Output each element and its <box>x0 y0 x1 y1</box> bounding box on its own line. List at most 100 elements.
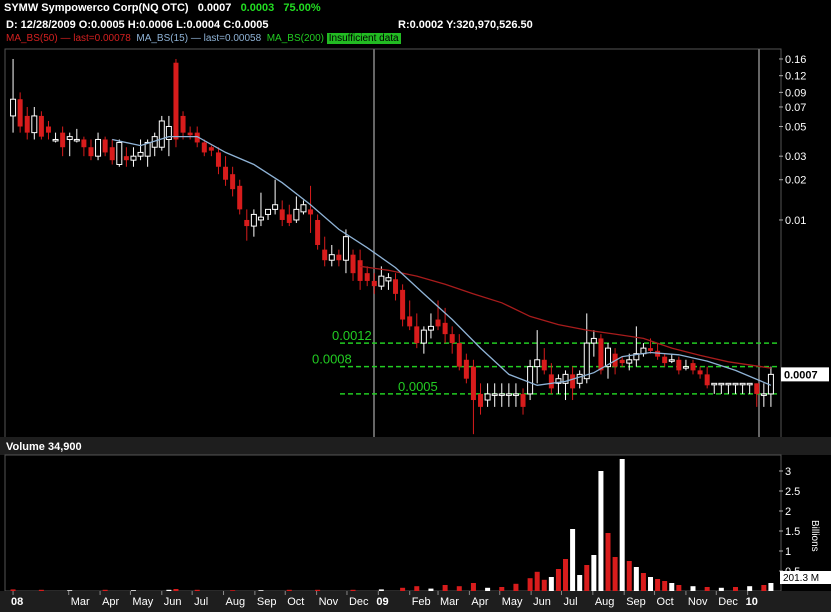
time-tick-label: Sep <box>257 596 277 608</box>
time-tick-label: Mar <box>440 596 459 608</box>
candle-body-down <box>541 359 547 371</box>
volume-bar[interactable] <box>442 585 448 591</box>
candle-body-down <box>662 356 668 364</box>
candle-body-up <box>116 141 123 165</box>
volume-bar[interactable] <box>10 589 16 591</box>
candle-body-down <box>697 370 703 375</box>
candle-body-up <box>739 382 746 386</box>
time-tick-label: Aug <box>595 596 615 608</box>
volume-bar[interactable] <box>718 587 724 591</box>
time-tick-label: 09 <box>376 596 388 608</box>
candle-body-up <box>265 208 272 215</box>
volume-bar[interactable] <box>350 589 356 591</box>
time-tick-label: 08 <box>11 596 23 608</box>
volume-bar[interactable] <box>38 589 44 591</box>
volume-bar[interactable] <box>619 459 625 591</box>
volume-bar[interactable] <box>605 533 611 591</box>
volume-bar[interactable] <box>584 565 590 591</box>
candle-body-down <box>315 219 321 245</box>
volume-bar[interactable] <box>626 561 632 591</box>
candle-body-up <box>590 337 597 344</box>
candle-body-down <box>223 166 229 180</box>
volume-bar[interactable] <box>315 589 321 591</box>
volume-bar[interactable] <box>166 589 172 591</box>
volume-bar[interactable] <box>747 586 753 591</box>
volume-bar[interactable] <box>598 471 604 591</box>
volume-bar[interactable] <box>570 529 576 591</box>
candle-body-down <box>279 209 285 220</box>
candle-body-up <box>725 382 732 386</box>
volume-bar[interactable] <box>534 571 540 591</box>
candle-body-down <box>449 334 455 344</box>
volume-bar[interactable] <box>527 578 533 591</box>
volume-bar[interactable] <box>541 579 547 591</box>
candle-body-up <box>505 393 512 396</box>
volume-bar[interactable] <box>662 581 668 591</box>
volume-bar[interactable] <box>577 575 583 591</box>
volume-bar[interactable] <box>633 567 639 591</box>
candle-body-down <box>350 254 356 274</box>
candle[interactable] <box>116 139 123 167</box>
volume-bar[interactable] <box>400 587 406 591</box>
volume-bar[interactable] <box>555 569 561 591</box>
volume-bar[interactable] <box>612 557 618 591</box>
volume-bar[interactable] <box>704 587 710 591</box>
volume-bar[interactable] <box>194 589 200 591</box>
volume-bar[interactable] <box>485 587 491 591</box>
volume-bar[interactable] <box>456 586 462 591</box>
candle-body-down <box>88 147 94 157</box>
volume-bar[interactable] <box>102 589 108 591</box>
candle-body-down <box>364 273 370 281</box>
volume-bar[interactable] <box>648 577 654 591</box>
volume-last-label: 201.3 M <box>783 573 819 584</box>
volume-bar[interactable] <box>768 583 774 591</box>
candle-body-up <box>10 98 17 117</box>
time-tick-label: Mar <box>71 596 90 608</box>
volume-bar[interactable] <box>591 555 597 591</box>
candle-body-down <box>690 363 696 371</box>
candle-body-down <box>676 359 682 371</box>
candle-body-down <box>619 359 625 364</box>
candle-body-down <box>754 383 760 394</box>
candle-body-down <box>81 139 87 148</box>
chart-canvas[interactable]: 0.00120.00080.0005 0.160.120.090.070.050… <box>0 0 831 612</box>
volume-bar[interactable] <box>548 577 554 591</box>
volume-bar[interactable] <box>690 586 696 591</box>
chart-window: SYMW Sympowerco Corp(NQ OTC) 0.0007 0.00… <box>0 0 831 612</box>
candle-body-up <box>378 275 385 287</box>
volume-bar[interactable] <box>761 585 767 591</box>
time-tick-label: Feb <box>412 596 431 608</box>
candle-body-down <box>109 147 115 161</box>
volume-bar[interactable] <box>499 587 505 591</box>
volume-bar[interactable] <box>378 589 384 591</box>
level-label: 0.0012 <box>332 328 372 343</box>
candle-body-up <box>52 138 59 142</box>
candle[interactable] <box>158 115 165 151</box>
volume-bar[interactable] <box>414 586 420 591</box>
candle-body-down <box>60 132 66 148</box>
candle-body-up <box>328 254 335 261</box>
volume-bar[interactable] <box>676 585 682 591</box>
volume-bar[interactable] <box>470 583 476 591</box>
volume-bar[interactable] <box>733 587 739 591</box>
volume-bar[interactable] <box>655 579 661 591</box>
volume-bar[interactable] <box>563 559 569 591</box>
time-tick-label: Nov <box>319 596 339 608</box>
candle-body-down <box>371 280 377 287</box>
price-panel <box>4 48 782 440</box>
time-tick-label: Apr <box>102 596 119 608</box>
volume-bar[interactable] <box>173 589 179 591</box>
volume-bar[interactable] <box>286 589 292 591</box>
candle-body-up <box>512 393 519 396</box>
candle-body-up <box>137 151 144 157</box>
volume-bar[interactable] <box>428 588 434 591</box>
volume-bar[interactable] <box>513 583 519 591</box>
candle-body-up <box>682 366 689 369</box>
volume-last-tag: 201.3 M <box>780 571 831 584</box>
volume-bar[interactable] <box>669 583 675 591</box>
candle-body-up <box>746 382 753 386</box>
volume-axis-unit: Billions <box>809 520 820 552</box>
candle[interactable] <box>173 58 179 148</box>
volume-bar[interactable] <box>640 573 646 591</box>
candle-body-down <box>520 393 526 407</box>
